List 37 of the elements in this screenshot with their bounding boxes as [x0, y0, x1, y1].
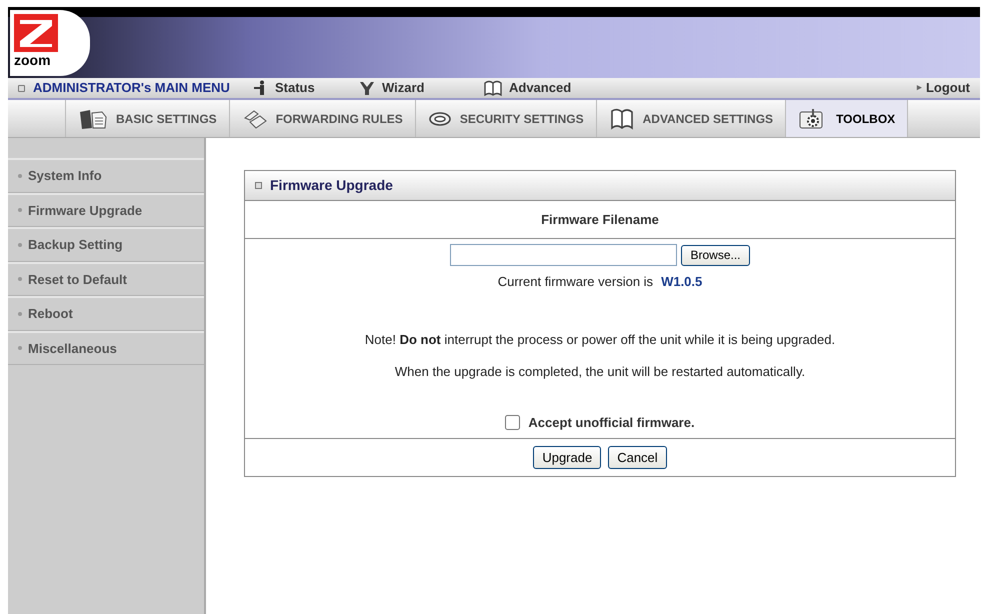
- file-field[interactable]: [450, 244, 678, 266]
- book-icon: [608, 108, 635, 130]
- menu-link[interactable]: Wizard: [358, 78, 483, 98]
- paper-icon: [242, 108, 268, 130]
- browse-button[interactable]: Browse...: [681, 244, 750, 266]
- section-heading: Firmware Filename: [541, 210, 659, 229]
- logo-text: zoom: [14, 52, 51, 68]
- square-icon: [255, 182, 262, 189]
- sidebar-item[interactable]: Miscellaneous: [8, 330, 204, 365]
- sidebar-item[interactable]: Reset to Default: [8, 262, 204, 296]
- figure-icon: [358, 80, 376, 96]
- version-value: W1.0.5: [661, 273, 702, 291]
- note-text: When the upgrade is completed, the unit will be restarted automatically.: [394, 363, 806, 381]
- book-icon: [483, 80, 503, 96]
- square-icon: [18, 84, 25, 92]
- version-label: Current firmware version is: [498, 273, 654, 291]
- accept-checkbox[interactable]: [505, 414, 520, 430]
- nav-tab[interactable]: BASIC SETTINGS: [65, 100, 230, 137]
- form-button[interactable]: Cancel: [608, 446, 667, 469]
- nav-tab[interactable]: ADVANCED SETTINGS: [596, 100, 786, 137]
- sidebar-item[interactable]: Reboot: [8, 296, 204, 330]
- sidebar-item[interactable]: System Info: [8, 158, 204, 192]
- menu-link[interactable]: Advanced: [483, 78, 608, 98]
- nav-tab[interactable]: FORWARDING RULES: [230, 100, 416, 137]
- main-menu-title: ADMINISTRATOR's MAIN MENU: [33, 79, 231, 98]
- checkbox-label: Accept unofficial firmware.: [528, 414, 695, 432]
- sidebar-item[interactable]: Backup Setting: [8, 227, 204, 262]
- nav-tab[interactable]: SECURITY SETTINGS: [416, 100, 597, 137]
- panel-title: Firmware Upgrade: [270, 176, 393, 195]
- nav-tab[interactable]: TOOLBOX: [786, 100, 908, 137]
- note-text: Note! Do not interrupt the process or power off the unit while it is being upgraded.: [364, 330, 836, 349]
- logo-icon: [14, 14, 58, 52]
- sidebar-item[interactable]: Firmware Upgrade: [8, 192, 204, 227]
- form-button[interactable]: Upgrade: [533, 446, 602, 469]
- logout-link[interactable]: ▸ Logout: [916, 78, 970, 98]
- menu-link[interactable]: Status: [253, 78, 358, 98]
- folder-icon: [78, 108, 108, 130]
